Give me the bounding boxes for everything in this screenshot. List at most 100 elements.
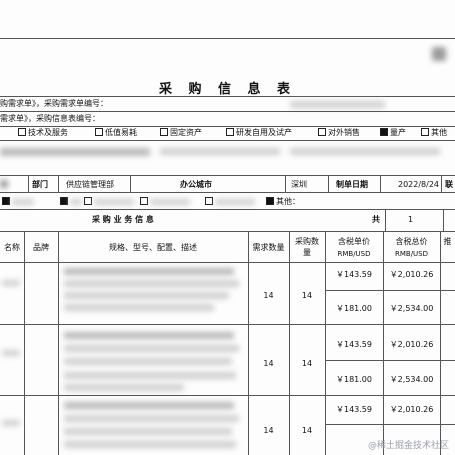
dept-label: 部门 [32,180,48,189]
row3-total-price: ￥2,010.26 [389,340,434,349]
divider [0,126,455,127]
col-header-unit-price-2: RMB/USD [337,250,371,258]
col-header-buy-qty-1: 采购数 [295,237,319,246]
divider [248,231,249,455]
redacted-text [70,199,82,205]
category-fixed-assets[interactable]: 固定资产 [160,128,202,138]
redacted-text [12,199,34,205]
total-value: 1 [408,215,414,224]
total-label: 共 [372,215,380,224]
checkbox-icon [421,128,429,136]
row1-unit-price: ￥143.59 [336,270,372,279]
col-header-buy-qty-2: 量 [303,248,311,257]
col-header-spec: 规格、型号、配置、描述 [109,243,197,252]
divider [440,231,441,455]
redacted-text [0,180,8,188]
divider [325,360,455,361]
option-item[interactable] [205,197,215,207]
divider [0,111,455,112]
redacted-text [64,345,239,352]
redacted-text [64,358,232,365]
redacted-text [0,148,150,156]
col-header-total-price-1: 含税总价 [395,237,428,246]
checkbox-checked-icon [2,197,10,205]
checkbox-checked-icon [380,128,388,136]
category-other[interactable]: 其他 [421,128,447,138]
checkbox-icon [205,197,213,205]
redacted-text [64,332,234,339]
row5-buy-qty: 14 [301,426,313,435]
checkbox-icon [318,128,326,136]
redacted-text [2,350,20,356]
contact-label: 联 [445,180,453,189]
redacted-text [64,304,214,311]
category-mass-production[interactable]: 量产 [380,128,406,138]
row1-buy-qty: 14 [301,291,313,300]
col-header-name: 名称 [4,243,20,252]
category-tech[interactable]: 技术及服务 [18,128,68,138]
top-border [0,38,455,39]
divider [0,324,455,325]
option-other[interactable]: 其他： [266,197,300,207]
divider [325,290,455,291]
redacted-logo [432,47,446,61]
category-rnd[interactable]: 研发自用及试产 [226,128,292,138]
divider [443,209,444,231]
option-item[interactable] [60,197,70,207]
watermark: @稀土掘金技术社区 [367,441,449,451]
row2-total-price: ￥2,534.00 [389,304,434,313]
col-header-extra: 推 [443,237,452,246]
redacted-text [64,415,239,422]
category-low-value[interactable]: 低值易耗 [95,128,137,138]
redacted-text [2,280,20,286]
divider [0,140,455,141]
date-value: 2022/8/24 [398,180,440,189]
checkbox-icon [160,128,168,136]
row2-unit-price: ￥181.00 [336,304,372,313]
redacted-text [290,148,440,155]
city-value: 深圳 [291,180,307,189]
demand-number-label: 购需求单》，采购需求单编号： [0,99,108,108]
divider [58,231,59,455]
redacted-text [64,428,232,435]
divider [289,231,290,455]
redacted-text [215,199,255,205]
city-label: 办公城市 [180,180,212,189]
info-number-label: 需求单》，采购信息表编号： [0,114,100,123]
redacted-text [150,199,190,205]
col-header-total-price-2: RMB/USD [394,250,429,258]
col-header-unit-price-1: 含税单价 [338,237,370,246]
divider [0,262,455,263]
divider [0,96,455,97]
checkbox-icon [226,128,234,136]
divider [0,231,455,232]
divider [0,209,455,210]
category-external-sale[interactable]: 对外销售 [318,128,360,138]
option-item[interactable] [2,197,12,207]
redacted-text [64,280,239,287]
checkbox-icon [95,128,103,136]
checkbox-icon [140,197,148,205]
divider [130,175,131,192]
row3-unit-price: ￥143.59 [336,340,372,349]
checkbox-icon [84,197,92,205]
row4-unit-price: ￥181.00 [336,375,372,384]
redacted-text [64,384,184,391]
divider [328,175,329,192]
redacted-text [64,292,229,299]
row4-total-price: ￥2,534.00 [389,375,434,384]
dept-value: 供应链管理部 [66,180,114,189]
option-item[interactable] [84,197,94,207]
checkbox-icon [18,128,26,136]
row1-need-qty: 14 [263,291,274,300]
redacted-text [2,420,20,426]
option-item[interactable] [140,197,150,207]
divider [24,231,25,455]
divider [325,424,455,425]
document-page: 采 购 信 息 表 购需求单》，采购需求单编号： 需求单》，采购信息表编号： 技… [0,0,455,455]
divider [0,192,455,193]
row5-need-qty: 14 [263,426,274,435]
document-title: 采 购 信 息 表 [158,82,297,97]
row5-unit-price: ￥143.59 [336,405,372,414]
redacted-text [64,372,236,379]
